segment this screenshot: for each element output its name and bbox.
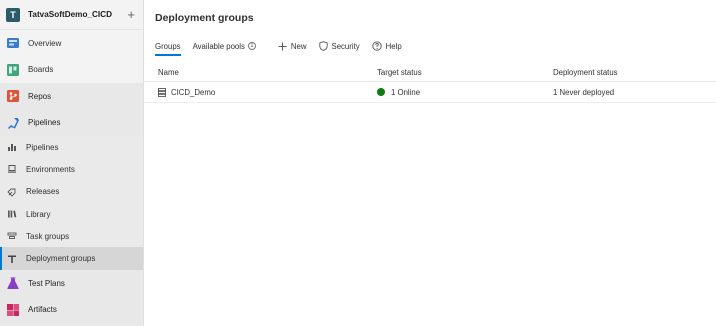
row-target-status-cell: 1 Online <box>377 88 553 97</box>
new-label: New <box>290 41 307 51</box>
sidebar-item-repos[interactable]: Repos <box>0 83 143 110</box>
environments-icon <box>7 164 17 174</box>
sidebar-item-releases[interactable]: Releases <box>0 181 143 203</box>
new-button[interactable]: New <box>278 42 307 51</box>
project-name[interactable]: TatvaSoftDemo_CICD <box>28 10 127 19</box>
deployment-groups-table: Name Target status Deployment status CIC… <box>144 64 716 103</box>
sidebar-item-label: Boards <box>28 65 54 75</box>
sidebar-item-test-plans[interactable]: Test Plans <box>0 269 143 297</box>
tab-label: Groups <box>155 41 181 51</box>
sidebar-nav: Overview Boards Repos Pipelines Pipeline… <box>0 30 143 323</box>
releases-icon <box>7 187 17 197</box>
column-header-target-status[interactable]: Target status <box>377 68 553 77</box>
plus-icon <box>278 42 287 51</box>
page-title: Deployment groups <box>155 12 254 24</box>
help-button[interactable]: Help <box>372 41 402 51</box>
tab-label: Available pools <box>192 41 245 51</box>
sidebar-item-label: Repos <box>28 91 52 101</box>
row-name-cell[interactable]: CICD_Demo <box>144 88 377 97</box>
main-content: Deployment groups Groups Available pools… <box>144 0 716 326</box>
table-row[interactable]: CICD_Demo 1 Online 1 Never deployed <box>144 82 716 103</box>
boards-icon <box>6 63 20 77</box>
deployment-groups-icon <box>7 254 17 264</box>
test-plans-icon <box>6 276 20 290</box>
sidebar-item-artifacts[interactable]: Artifacts <box>0 296 143 323</box>
security-button[interactable]: Security <box>318 41 360 51</box>
row-name[interactable]: CICD_Demo <box>171 88 215 97</box>
row-target-status: 1 Online <box>391 87 421 97</box>
tab-available-pools[interactable]: Available pools 1 <box>193 34 256 58</box>
online-status-dot <box>377 88 385 96</box>
sidebar-item-label: Pipelines <box>28 118 61 128</box>
column-header-name[interactable]: Name <box>144 68 377 77</box>
repos-icon <box>6 89 20 103</box>
sidebar-item-pipelines[interactable]: Pipelines <box>0 109 143 136</box>
sidebar-item-label: Environments <box>26 164 75 174</box>
sidebar-item-label: Deployment groups <box>26 254 96 264</box>
row-deployment-status: 1 Never deployed <box>553 87 615 97</box>
library-icon <box>7 209 17 219</box>
sidebar-item-label: Artifacts <box>28 305 57 315</box>
sidebar-item-label: Pipelines <box>26 142 59 152</box>
sidebar-item-label: Releases <box>26 187 60 197</box>
sidebar-item-overview[interactable]: Overview <box>0 30 143 57</box>
overview-icon <box>6 36 20 50</box>
project-badge: T <box>6 7 20 22</box>
artifacts-icon <box>6 303 20 317</box>
toolbar: Groups Available pools 1 New Security He… <box>144 34 716 58</box>
shield-icon <box>318 41 328 51</box>
help-icon <box>372 41 382 51</box>
sidebar-item-library[interactable]: Library <box>0 203 143 225</box>
column-header-deployment-status[interactable]: Deployment status <box>553 68 716 77</box>
pool-count-badge: 1 <box>247 42 256 50</box>
table-header: Name Target status Deployment status <box>144 64 716 82</box>
sidebar-item-boards[interactable]: Boards <box>0 56 143 83</box>
sidebar-item-label: Library <box>26 209 51 219</box>
sidebar-item-pipelines-sub[interactable]: Pipelines <box>0 136 143 158</box>
sidebar-item-label: Test Plans <box>28 278 65 288</box>
app-root: T TatvaSoftDemo_CICD + Overview Boards R… <box>0 0 716 326</box>
plus-icon[interactable]: + <box>127 8 135 21</box>
sidebar-item-label: Task groups <box>26 231 70 241</box>
security-label: Security <box>331 41 360 51</box>
server-icon <box>158 87 166 97</box>
task-groups-icon <box>7 231 17 241</box>
tab-groups[interactable]: Groups <box>155 34 181 58</box>
pipelines-sub-icon <box>7 142 17 152</box>
sidebar-item-environments[interactable]: Environments <box>0 158 143 180</box>
project-header[interactable]: T TatvaSoftDemo_CICD + <box>0 0 143 30</box>
sidebar-item-label: Overview <box>28 38 62 48</box>
sidebar-item-task-groups[interactable]: Task groups <box>0 225 143 247</box>
pipelines-icon <box>6 116 20 130</box>
sidebar-item-deployment-groups[interactable]: Deployment groups <box>0 247 143 271</box>
sidebar: T TatvaSoftDemo_CICD + Overview Boards R… <box>0 0 144 326</box>
help-label: Help <box>385 41 402 51</box>
